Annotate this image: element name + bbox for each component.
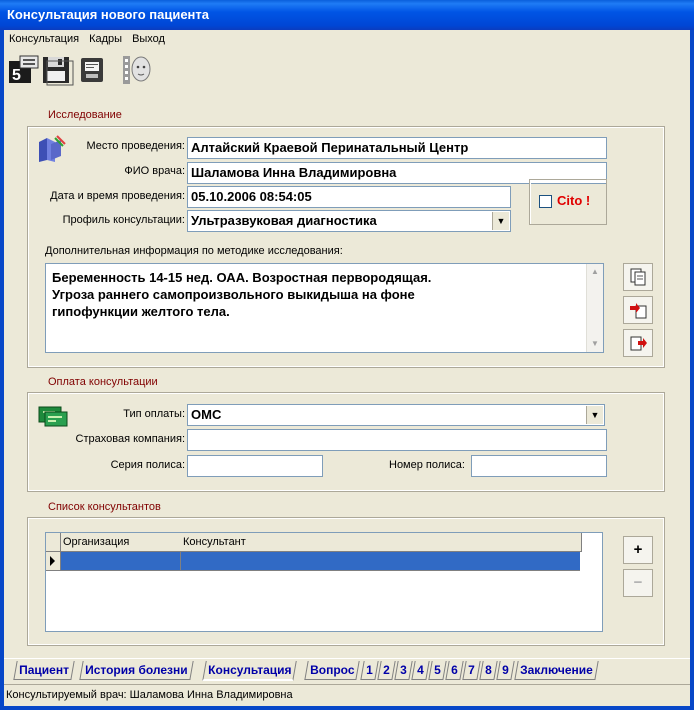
profile-select[interactable]: Ультразвуковая диагностика ▼ xyxy=(187,210,511,232)
print-preview-button[interactable] xyxy=(76,53,110,87)
tab-bar: Пациент История болезни Консультация Воп… xyxy=(4,658,690,682)
status-bar: Консультируемый врач: Шаламова Инна Влад… xyxy=(4,684,690,706)
tab-patient[interactable]: Пациент xyxy=(13,661,75,680)
place-label: Место проведения: xyxy=(86,140,185,152)
datetime-label: Дата и время проведения: xyxy=(50,190,185,202)
patient-number-icon: 5 xyxy=(9,55,39,84)
status-text: Консультируемый врач: Шаламова Инна Влад… xyxy=(6,689,293,701)
scroll-up-icon[interactable]: ▲ xyxy=(587,264,603,280)
table-row[interactable] xyxy=(61,552,580,571)
export-arrow-icon xyxy=(630,336,647,351)
remove-consultant-button[interactable]: − xyxy=(623,569,653,597)
tab-2[interactable]: 2 xyxy=(377,661,396,680)
insurer-label: Страховая компания: xyxy=(75,433,185,445)
policy-number-label: Номер полиса: xyxy=(389,459,465,471)
consultants-grid[interactable]: Организация Консультант xyxy=(45,532,603,632)
cito-checkbox[interactable] xyxy=(539,195,552,208)
policy-series-field[interactable] xyxy=(187,455,323,477)
tab-conclusion[interactable]: Заключение xyxy=(514,661,599,680)
toolbar: 5 xyxy=(4,50,690,91)
vertical-scrollbar[interactable]: ▲ ▼ xyxy=(586,264,603,352)
save-button[interactable] xyxy=(40,53,74,87)
policy-number-field[interactable] xyxy=(471,455,607,477)
additional-info-textarea[interactable]: Беременность 14-15 нед. ОАА. Возростная … xyxy=(45,263,604,353)
consultants-group-title: Список консультантов xyxy=(46,501,163,513)
menu-item-exit[interactable]: Выход xyxy=(127,30,170,49)
window-frame-right xyxy=(690,0,694,710)
tab-4[interactable]: 4 xyxy=(411,661,430,680)
menu-item-staff[interactable]: Кадры xyxy=(84,30,127,49)
window-title: Консультация нового пациента xyxy=(7,7,209,22)
payment-type-label: Тип оплаты: xyxy=(123,408,185,420)
tab-7[interactable]: 7 xyxy=(462,661,481,680)
policy-series-label: Серия полиса: xyxy=(110,459,185,471)
add-consultant-button[interactable]: + xyxy=(623,536,653,564)
current-row-arrow-icon xyxy=(50,556,55,566)
paste-arrow-icon xyxy=(630,303,647,319)
window-title-bar[interactable]: Консультация нового пациента xyxy=(0,0,694,30)
additional-info-label: Дополнительная информация по методике ис… xyxy=(45,245,343,257)
copy-text-button[interactable] xyxy=(623,263,653,291)
payment-card-icon xyxy=(38,406,68,427)
consultants-group: Организация Консультант + − xyxy=(27,517,665,646)
datetime-field[interactable]: 05.10.2006 08:54:05 xyxy=(187,186,511,208)
study-group: Место проведения: Алтайский Краевой Пери… xyxy=(27,126,665,368)
tab-3[interactable]: 3 xyxy=(394,661,413,680)
paste-text-button[interactable] xyxy=(623,296,653,324)
tab-5[interactable]: 5 xyxy=(428,661,447,680)
chevron-down-icon[interactable]: ▼ xyxy=(586,406,603,424)
column-header-organization[interactable]: Организация xyxy=(61,533,182,552)
menu-item-consultation[interactable]: Консультация xyxy=(4,30,84,49)
payment-group: Тип оплаты: ОМС ▼ Страховая компания: Се… xyxy=(27,392,665,492)
tab-9[interactable]: 9 xyxy=(496,661,515,680)
insurer-field[interactable] xyxy=(187,429,607,451)
tab-history[interactable]: История болезни xyxy=(79,661,194,680)
profile-label: Профиль консультации: xyxy=(62,214,185,226)
tab-consultation[interactable]: Консультация xyxy=(202,661,298,681)
menu-bar: Консультация Кадры Выход xyxy=(4,30,690,50)
place-field[interactable]: Алтайский Краевой Перинатальный Центр xyxy=(187,137,607,159)
tab-1[interactable]: 1 xyxy=(360,661,379,680)
tab-6[interactable]: 6 xyxy=(445,661,464,680)
payment-group-title: Оплата консультации xyxy=(46,376,160,388)
patient-number-badge: 5 xyxy=(12,67,21,84)
copy-pages-icon xyxy=(630,268,646,286)
study-icon xyxy=(39,135,66,162)
cito-box: Cito ! xyxy=(529,179,607,225)
column-header-consultant[interactable]: Консультант xyxy=(181,533,582,552)
row-indicator xyxy=(46,552,61,571)
tab-question[interactable]: Вопрос xyxy=(304,661,361,680)
print-preview-icon xyxy=(81,58,103,82)
save-icon xyxy=(43,57,74,86)
photo-button[interactable] xyxy=(120,53,154,87)
photo-face-icon xyxy=(123,56,151,84)
scroll-down-icon[interactable]: ▼ xyxy=(587,336,603,352)
doctor-label: ФИО врача: xyxy=(124,165,185,177)
additional-info-line: гипофункции желтого тела. xyxy=(52,304,230,319)
tab-8[interactable]: 8 xyxy=(479,661,498,680)
payment-type-select[interactable]: ОМС ▼ xyxy=(187,404,605,426)
patient-number-button[interactable]: 5 xyxy=(6,53,40,87)
form-client-area: Исследование Место проведения: Алтайский… xyxy=(4,90,690,658)
cito-label: Cito ! xyxy=(557,193,591,208)
profile-select-value: Ультразвуковая диагностика xyxy=(191,213,377,228)
additional-info-line: Угроза раннего самопроизвольного выкидыш… xyxy=(52,287,415,302)
additional-info-line: Беременность 14-15 нед. ОАА. Возростная … xyxy=(52,270,432,285)
payment-type-value: ОМС xyxy=(191,407,222,422)
export-text-button[interactable] xyxy=(623,329,653,357)
study-group-title: Исследование xyxy=(46,109,124,121)
chevron-down-icon[interactable]: ▼ xyxy=(492,212,509,230)
window-frame-bottom xyxy=(0,706,694,710)
grid-corner xyxy=(46,533,61,552)
